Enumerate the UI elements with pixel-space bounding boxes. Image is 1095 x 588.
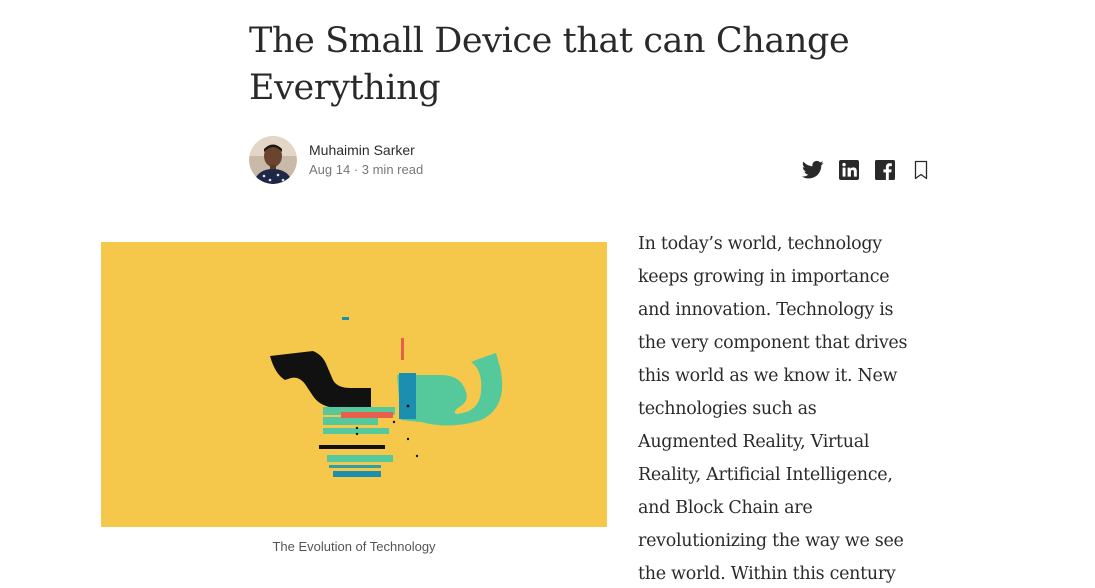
body-line: technologies such as	[638, 399, 817, 419]
bookmark-icon[interactable]	[909, 158, 933, 182]
author-meta: Muhaimin Sarker Aug 14 · 3 min read	[309, 140, 423, 180]
body-line: and Block Chain are	[638, 498, 813, 518]
body-line: In today’s world, technology	[638, 234, 882, 254]
author-name-link[interactable]: Muhaimin Sarker	[309, 140, 423, 160]
body-line: the world. Within this century	[638, 564, 896, 584]
body-line: revolutionizing the way we see	[638, 531, 904, 551]
evolution-of-technology-illustration	[101, 242, 607, 527]
body-line: and innovation. Technology is	[638, 300, 894, 320]
twitter-icon[interactable]	[801, 158, 825, 182]
facebook-icon[interactable]	[873, 158, 897, 182]
hero-figure	[101, 242, 607, 527]
article-title: The Small Device that can Change Everyth…	[249, 21, 850, 108]
body-line: keeps growing in importance	[638, 267, 890, 287]
post-meta: Aug 14 · 3 min read	[309, 162, 424, 177]
author-avatar[interactable]	[249, 136, 297, 184]
figure-caption: The Evolution of Technology	[272, 539, 436, 554]
linkedin-icon[interactable]	[837, 158, 861, 182]
share-toolbar	[801, 158, 933, 182]
avatar-image	[249, 136, 297, 184]
article-body: In today’s world, technology keeps growi…	[638, 228, 938, 588]
body-line: Augmented Reality, Virtual	[638, 432, 870, 452]
article-page: The Small Device that can Change Everyth…	[0, 0, 1095, 588]
body-line: this world as we know it. New	[638, 366, 898, 386]
author-byline: Muhaimin Sarker Aug 14 · 3 min read	[249, 136, 423, 184]
body-line: the very component that drives	[638, 333, 908, 353]
body-line: Reality, Artificial Intelligence,	[638, 465, 893, 485]
